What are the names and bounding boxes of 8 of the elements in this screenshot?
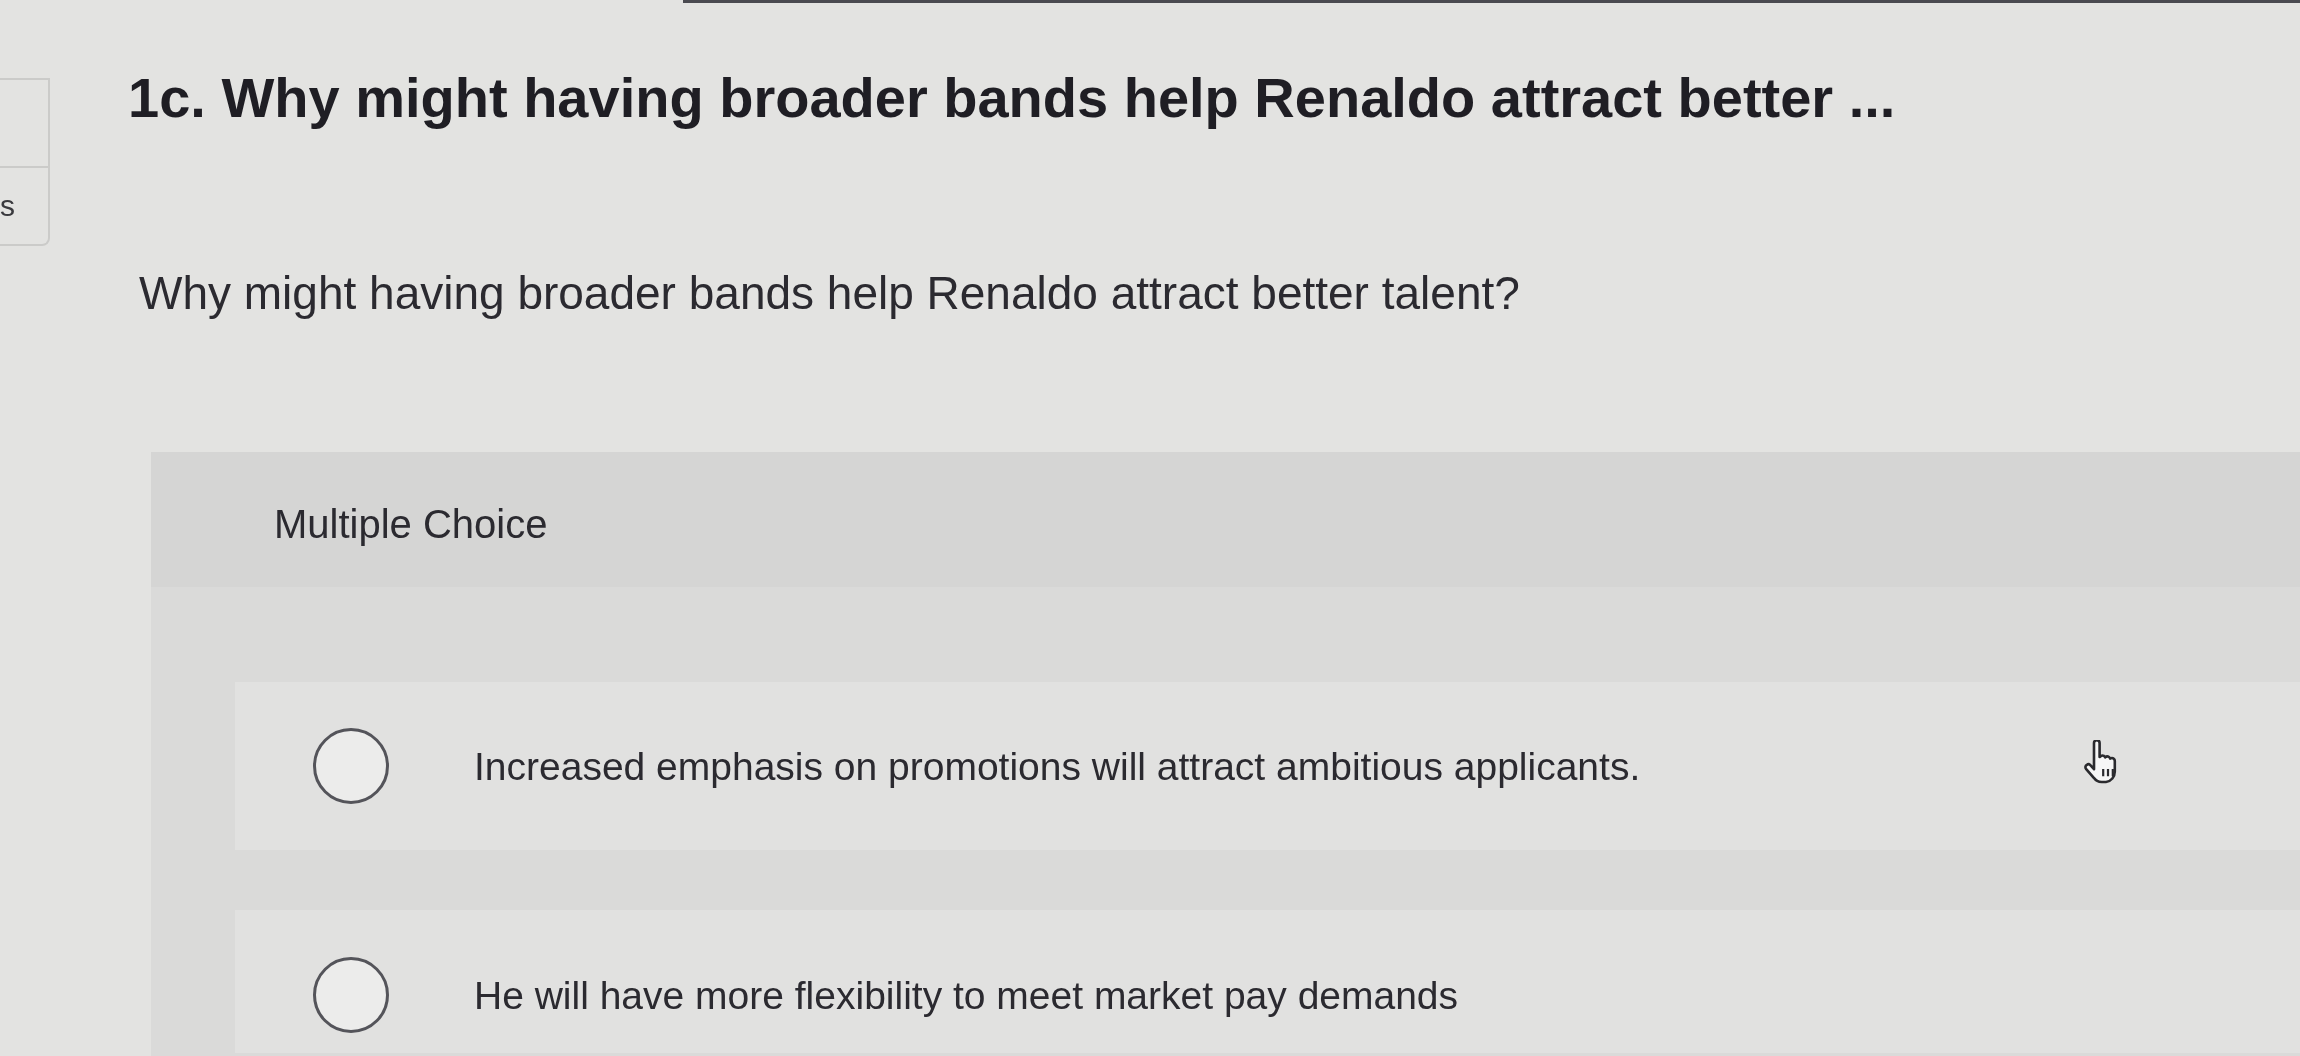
question-title: 1c. Why might having broader bands help Renaldo attract better ... <box>128 65 1896 131</box>
question-prompt: Why might having broader bands help Renaldo attract better talent? <box>139 266 1520 321</box>
question-type-label: Multiple Choice <box>274 502 548 546</box>
answer-option[interactable]: Increased emphasis on promotions will attract ambitious applicants. <box>235 682 2300 850</box>
answer-option[interactable]: He will have more flexibility to meet market pay demands <box>235 910 2300 1053</box>
sidebar-label[interactable]: s <box>0 188 15 224</box>
option-label: Increased emphasis on promotions will attract ambitious applicants. <box>474 743 1641 790</box>
option-label: He will have more flexibility to meet market pay demands <box>474 972 1459 1019</box>
